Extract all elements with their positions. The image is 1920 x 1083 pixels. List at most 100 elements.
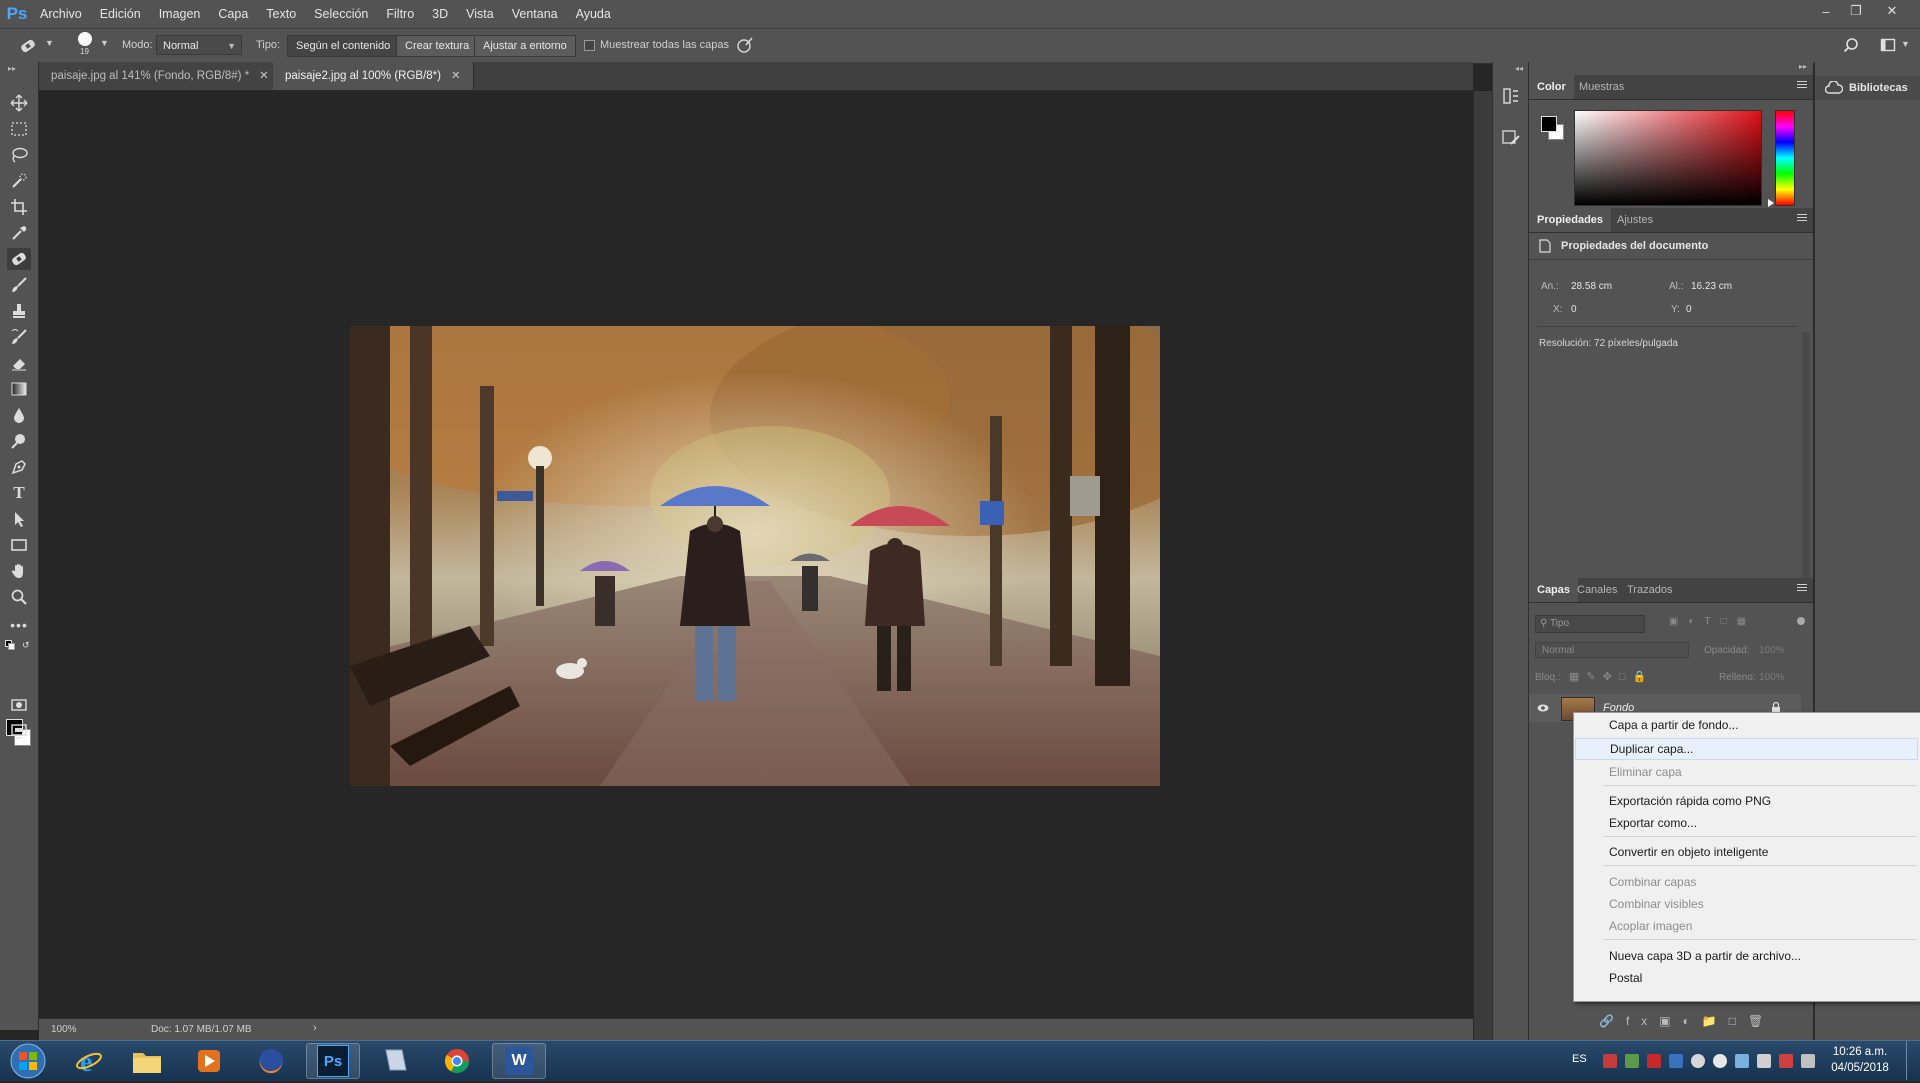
- network-icon[interactable]: [1801, 1054, 1815, 1068]
- swap-colors-icon[interactable]: ↺: [22, 640, 32, 650]
- collapse-icon[interactable]: ◂◂: [1515, 64, 1523, 73]
- menu-archivo[interactable]: Archivo: [31, 0, 91, 28]
- menu-3d[interactable]: 3D: [423, 0, 457, 28]
- more-tools-icon[interactable]: •••: [7, 614, 31, 636]
- y-value[interactable]: 0: [1686, 304, 1692, 315]
- zoom-level[interactable]: 100%: [51, 1024, 77, 1035]
- start-button[interactable]: [5, 1042, 51, 1080]
- default-colors-icon[interactable]: [5, 640, 15, 650]
- properties-scrollbar[interactable]: [1802, 332, 1810, 582]
- hue-slider[interactable]: [1775, 110, 1795, 206]
- crop-tool-icon[interactable]: [7, 196, 31, 218]
- internet-explorer-icon[interactable]: e: [62, 1043, 116, 1079]
- create-texture-button[interactable]: Crear textura: [396, 35, 479, 57]
- tab-paisaje[interactable]: paisaje.jpg al 141% (Fondo, RGB/8#) * ✕: [39, 62, 282, 90]
- tab-color[interactable]: Color: [1529, 75, 1574, 99]
- zoom-tool-icon[interactable]: [7, 586, 31, 608]
- notepad-icon[interactable]: [368, 1043, 422, 1079]
- minimize-icon[interactable]: –: [1813, 0, 1839, 22]
- layer-filter-icons[interactable]: ▣◐T□▦: [1669, 616, 1789, 630]
- rectangle-tool-icon[interactable]: [7, 534, 31, 556]
- menu-imagen[interactable]: Imagen: [150, 0, 210, 28]
- lock-icons[interactable]: ▦✎✥□🔒: [1569, 670, 1665, 684]
- word-icon[interactable]: W: [492, 1043, 546, 1079]
- panel-menu-icon[interactable]: [1797, 584, 1807, 594]
- chevron-right-icon[interactable]: ›: [313, 1022, 317, 1034]
- action-center-icon[interactable]: [1779, 1054, 1793, 1068]
- brush-tool-icon[interactable]: [7, 274, 31, 296]
- tab-trazados[interactable]: Trazados: [1619, 578, 1680, 602]
- menu-item-postcard[interactable]: Postal: [1575, 967, 1918, 989]
- menu-item-layer-from-background[interactable]: Capa a partir de fondo...: [1575, 714, 1918, 736]
- panel-menu-icon[interactable]: [1797, 214, 1807, 224]
- sample-all-layers-checkbox[interactable]: [584, 40, 595, 51]
- tab-propiedades[interactable]: Propiedades: [1529, 208, 1612, 232]
- type-tool-icon[interactable]: T: [7, 482, 31, 504]
- chevron-down-icon[interactable]: ▼: [100, 38, 109, 48]
- dodge-tool-icon[interactable]: [7, 430, 31, 452]
- clone-stamp-tool-icon[interactable]: [7, 300, 31, 322]
- width-value[interactable]: 28.58 cm: [1571, 281, 1612, 292]
- close-icon[interactable]: ✕: [451, 70, 461, 82]
- menu-ventana[interactable]: Ventana: [503, 0, 567, 28]
- tray-app-icon[interactable]: [1647, 1054, 1661, 1068]
- show-desktop-button[interactable]: [1906, 1041, 1919, 1080]
- media-player-icon[interactable]: [182, 1043, 236, 1079]
- layer-filter-select[interactable]: ⚲ Tipo: [1535, 615, 1645, 633]
- menu-item-export-as[interactable]: Exportar como...: [1575, 812, 1918, 834]
- chevron-down-icon[interactable]: ▼: [1901, 39, 1910, 49]
- history-brush-tool-icon[interactable]: [7, 326, 31, 348]
- vertical-scrollbar[interactable]: [1473, 91, 1493, 1040]
- spot-healing-brush-icon[interactable]: [18, 37, 38, 55]
- lasso-tool-icon[interactable]: [7, 144, 31, 166]
- menu-item-convert-smart-object[interactable]: Convertir en objeto inteligente: [1575, 841, 1918, 863]
- collapse-icon[interactable]: ▸▸: [1799, 62, 1807, 71]
- language-indicator[interactable]: ES: [1572, 1053, 1587, 1065]
- firefox-icon[interactable]: [244, 1043, 298, 1079]
- menu-capa[interactable]: Capa: [209, 0, 257, 28]
- filter-toggle-icon[interactable]: [1797, 617, 1805, 625]
- screen-mode-icon[interactable]: [7, 720, 31, 742]
- brush-settings-icon[interactable]: [1501, 128, 1521, 148]
- menu-seleccion[interactable]: Selección: [305, 0, 377, 28]
- menu-vista[interactable]: Vista: [457, 0, 503, 28]
- tab-canales[interactable]: Canales: [1569, 578, 1625, 602]
- menu-texto[interactable]: Texto: [257, 0, 305, 28]
- menu-ayuda[interactable]: Ayuda: [567, 0, 620, 28]
- content-aware-button[interactable]: Según el contenido: [287, 35, 400, 57]
- file-explorer-icon[interactable]: [120, 1043, 174, 1079]
- layers-footer-icons[interactable]: 🔗fx▣◐📁□🗑: [1599, 1014, 1799, 1030]
- move-tool-icon[interactable]: [7, 92, 31, 114]
- spot-healing-tool-icon[interactable]: [7, 248, 31, 270]
- proximity-match-button[interactable]: Ajustar a entorno: [474, 35, 576, 57]
- pen-tool-icon[interactable]: [7, 456, 31, 478]
- workspace-icon[interactable]: [1880, 37, 1896, 53]
- brush-preview-icon[interactable]: [78, 32, 92, 46]
- quick-mask-icon[interactable]: [7, 694, 31, 716]
- libraries-button[interactable]: Bibliotecas: [1815, 76, 1920, 100]
- menu-item-new-3d-layer[interactable]: Nueva capa 3D a partir de archivo...: [1575, 945, 1918, 967]
- menu-edicion[interactable]: Edición: [91, 0, 150, 28]
- menu-filtro[interactable]: Filtro: [377, 0, 423, 28]
- chevron-down-icon[interactable]: ▼: [45, 38, 54, 48]
- tab-muestras[interactable]: Muestras: [1571, 75, 1632, 99]
- marquee-tool-icon[interactable]: [7, 118, 31, 140]
- pressure-icon[interactable]: [736, 36, 754, 54]
- collapse-icon[interactable]: ▸▸: [8, 64, 16, 73]
- tray-app-icon[interactable]: [1603, 1054, 1617, 1068]
- quick-selection-tool-icon[interactable]: [7, 170, 31, 192]
- menu-item-duplicate-layer[interactable]: Duplicar capa...: [1575, 738, 1918, 760]
- close-icon[interactable]: ✕: [1879, 0, 1905, 22]
- chrome-icon[interactable]: [430, 1043, 484, 1079]
- tray-app-icon[interactable]: [1669, 1054, 1683, 1068]
- speaker-icon[interactable]: [1757, 1054, 1771, 1068]
- tab-ajustes[interactable]: Ajustes: [1609, 208, 1661, 232]
- eye-icon[interactable]: [1537, 703, 1549, 713]
- eraser-tool-icon[interactable]: [7, 352, 31, 374]
- clock[interactable]: 10:26 a.m. 04/05/2018: [1822, 1044, 1898, 1078]
- opacity-value[interactable]: 100%: [1759, 645, 1785, 656]
- tray-app-icon[interactable]: [1713, 1054, 1727, 1068]
- search-icon[interactable]: [1843, 37, 1859, 53]
- tray-app-icon[interactable]: [1691, 1054, 1705, 1068]
- close-icon[interactable]: ✕: [259, 70, 269, 82]
